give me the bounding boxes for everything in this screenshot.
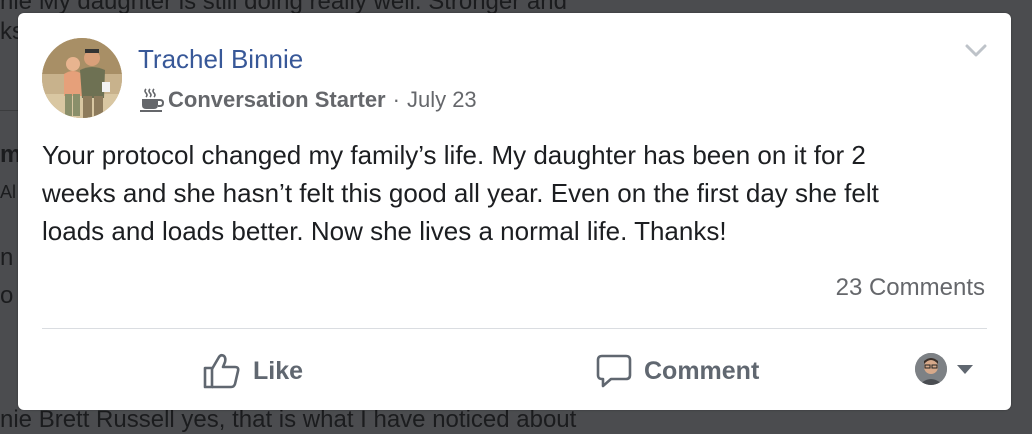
background-feed-fragment: o xyxy=(0,282,14,309)
background-feed-fragment: n xyxy=(0,244,14,271)
comment-bubble-icon xyxy=(596,354,632,388)
like-button[interactable]: Like xyxy=(203,351,303,391)
background-feed-fragment: Al xyxy=(0,182,17,202)
thumbs-up-icon xyxy=(203,353,240,389)
comment-button[interactable]: Comment xyxy=(596,351,759,391)
post-card: Trachel Binnie Conversation Starter · Ju… xyxy=(18,13,1011,410)
coffee-cup-icon xyxy=(140,88,164,112)
avatar-photo xyxy=(42,38,122,118)
background-divider xyxy=(0,110,20,111)
comments-count-link[interactable]: 23 Comments xyxy=(836,274,985,302)
chevron-down-icon[interactable] xyxy=(965,43,987,59)
like-label: Like xyxy=(253,356,304,385)
badge-label[interactable]: Conversation Starter xyxy=(168,87,386,113)
author-name-link[interactable]: Trachel Binnie xyxy=(138,44,303,75)
action-divider xyxy=(42,328,987,329)
caret-down-icon xyxy=(957,364,973,374)
react-as-selector[interactable] xyxy=(915,353,973,385)
post-date[interactable]: July 23 xyxy=(407,87,477,113)
post-text: Your protocol changed my family’s life. … xyxy=(42,140,879,246)
author-avatar[interactable] xyxy=(42,38,122,118)
comment-label: Comment xyxy=(644,356,760,385)
meta-separator: · xyxy=(392,87,400,112)
user-avatar xyxy=(915,353,947,385)
post-meta: Conversation Starter · July 23 xyxy=(138,87,477,113)
user-avatar-photo xyxy=(915,353,947,385)
